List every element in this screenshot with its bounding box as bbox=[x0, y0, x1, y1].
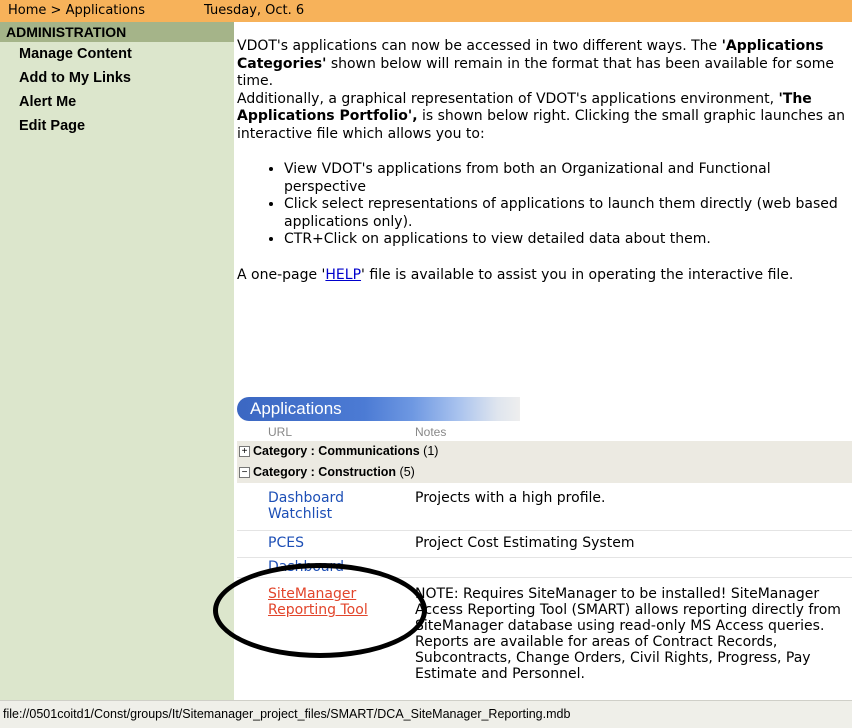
sidebar-item-add-to-my-links[interactable]: Add to My Links bbox=[0, 66, 234, 90]
category-row-communications[interactable]: + Category : Communications (1) bbox=[237, 441, 852, 462]
app-link-sitemanager-reporting-tool[interactable]: SiteManager Reporting Tool bbox=[268, 586, 408, 618]
app-note: Project Cost Estimating System bbox=[415, 535, 635, 551]
category-label: Category : Communications bbox=[253, 444, 420, 458]
breadcrumb-home-link[interactable]: Home bbox=[8, 3, 46, 18]
intro-paragraph-2: Additionally, a graphical representation… bbox=[237, 90, 845, 142]
help-link[interactable]: HELP bbox=[325, 267, 361, 283]
intro-paragraph-1: VDOT's applications can now be accessed … bbox=[237, 38, 835, 89]
table-row: Dashboard bbox=[237, 557, 852, 577]
app-note: Projects with a high profile. bbox=[415, 490, 606, 506]
category-count: (1) bbox=[423, 444, 439, 458]
help-paragraph: A one-page 'HELP' file is available to a… bbox=[237, 266, 794, 283]
sidebar-item-manage-content[interactable]: Manage Content bbox=[0, 42, 234, 66]
app-link-dashboard-watchlist[interactable]: Dashboard Watchlist bbox=[268, 490, 408, 522]
table-row: PCES Project Cost Estimating System bbox=[237, 530, 852, 557]
category-label: Category : Construction bbox=[253, 465, 397, 479]
category-count: (5) bbox=[399, 465, 415, 479]
feature-list-item: Click select representations of applicat… bbox=[284, 196, 849, 231]
column-header-url[interactable]: URL bbox=[268, 425, 292, 439]
top-bar: Home > Applications Tuesday, Oct. 6 bbox=[0, 0, 852, 22]
app-note: NOTE: Requires SiteManager to be install… bbox=[415, 586, 841, 682]
breadcrumb-separator: > bbox=[46, 3, 66, 18]
table-row: SiteManager Reporting Tool NOTE: Require… bbox=[237, 577, 852, 700]
applications-header: Applications bbox=[237, 397, 520, 421]
table-row: Dashboard Watchlist Projects with a high… bbox=[237, 483, 852, 530]
app-link-dashboard[interactable]: Dashboard bbox=[268, 559, 344, 575]
breadcrumb: Home > Applications bbox=[8, 0, 145, 22]
breadcrumb-current-link[interactable]: Applications bbox=[66, 3, 145, 18]
sidebar-item-alert-me[interactable]: Alert Me bbox=[0, 90, 234, 114]
expand-icon[interactable]: + bbox=[239, 446, 250, 457]
feature-list-item: CTR+Click on applications to view detail… bbox=[284, 231, 849, 249]
applications-title: Applications bbox=[250, 399, 342, 418]
feature-list-item: View VDOT's applications from both an Or… bbox=[284, 161, 849, 196]
feature-list: View VDOT's applications from both an Or… bbox=[237, 161, 849, 249]
intro-content: VDOT's applications can now be accessed … bbox=[237, 38, 849, 284]
column-header-notes[interactable]: Notes bbox=[415, 425, 446, 439]
app-link-pces[interactable]: PCES bbox=[268, 535, 304, 551]
sidebar: ADMINISTRATION Manage Content Add to My … bbox=[0, 22, 234, 700]
status-bar: file://0501coitd1/Const/groups/It/Sitema… bbox=[0, 700, 852, 728]
sidebar-header: ADMINISTRATION bbox=[0, 22, 234, 42]
sidebar-item-edit-page[interactable]: Edit Page bbox=[0, 114, 234, 138]
current-date: Tuesday, Oct. 6 bbox=[204, 3, 305, 18]
collapse-icon[interactable]: − bbox=[239, 467, 250, 478]
category-row-construction[interactable]: − Category : Construction (5) bbox=[237, 462, 852, 483]
